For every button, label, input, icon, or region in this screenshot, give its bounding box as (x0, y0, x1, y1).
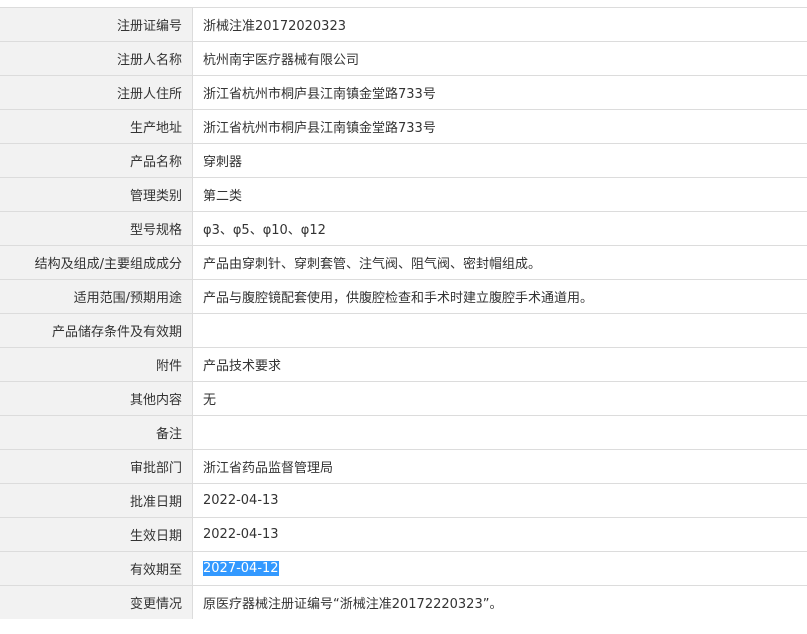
field-label: 变更情况 (0, 585, 193, 619)
field-value: 浙械注准20172020323 (192, 7, 807, 42)
field-value: 浙江省杭州市桐庐县江南镇金堂路733号 (192, 109, 807, 144)
field-label: 审批部门 (0, 449, 193, 484)
field-label: 型号规格 (0, 211, 193, 246)
field-value: 产品技术要求 (192, 347, 807, 382)
field-value (192, 313, 807, 348)
field-label: 管理类别 (0, 177, 193, 212)
table-row: 型号规格 φ3、φ5、φ10、φ12 (0, 211, 807, 246)
field-value: 2022-04-13 (192, 517, 807, 552)
field-value: 原医疗器械注册证编号“浙械注准20172220323”。 (192, 585, 807, 619)
table-row: 变更情况 原医疗器械注册证编号“浙械注准20172220323”。 (0, 585, 807, 619)
field-label: 附件 (0, 347, 193, 382)
field-label: 生产地址 (0, 109, 193, 144)
field-value: 第二类 (192, 177, 807, 212)
table-row: 批准日期 2022-04-13 (0, 483, 807, 518)
field-value: 浙江省杭州市桐庐县江南镇金堂路733号 (192, 75, 807, 110)
table-row: 审批部门 浙江省药品监督管理局 (0, 449, 807, 484)
table-row: 注册证编号 浙械注准20172020323 (0, 7, 807, 42)
table-row: 管理类别 第二类 (0, 177, 807, 212)
field-label: 结构及组成/主要组成成分 (0, 245, 193, 280)
table-row: 注册人住所 浙江省杭州市桐庐县江南镇金堂路733号 (0, 75, 807, 110)
field-label: 备注 (0, 415, 193, 450)
field-value-selected[interactable]: 2027-04-12 (192, 551, 807, 586)
table-row: 附件 产品技术要求 (0, 347, 807, 382)
field-value: 浙江省药品监督管理局 (192, 449, 807, 484)
field-label: 注册证编号 (0, 7, 193, 42)
selected-text[interactable]: 2027-04-12 (203, 561, 279, 576)
table-row: 注册人名称 杭州南宇医疗器械有限公司 (0, 41, 807, 76)
field-value: φ3、φ5、φ10、φ12 (192, 211, 807, 246)
table-row: 备注 (0, 415, 807, 450)
table-row: 适用范围/预期用途 产品与腹腔镜配套使用，供腹腔检查和手术时建立腹腔手术通道用。 (0, 279, 807, 314)
field-value (192, 415, 807, 450)
field-label: 产品储存条件及有效期 (0, 313, 193, 348)
field-value: 2022-04-13 (192, 483, 807, 518)
field-value: 杭州南宇医疗器械有限公司 (192, 41, 807, 76)
field-label: 有效期至 (0, 551, 193, 586)
field-label: 生效日期 (0, 517, 193, 552)
table-row: 结构及组成/主要组成成分 产品由穿刺针、穿刺套管、注气阀、阻气阀、密封帽组成。 (0, 245, 807, 280)
table-row: 有效期至 2027-04-12 (0, 551, 807, 586)
field-value: 穿刺器 (192, 143, 807, 178)
field-label: 适用范围/预期用途 (0, 279, 193, 314)
field-value: 产品与腹腔镜配套使用，供腹腔检查和手术时建立腹腔手术通道用。 (192, 279, 807, 314)
table-row: 其他内容 无 (0, 381, 807, 416)
field-label: 注册人名称 (0, 41, 193, 76)
table-row: 产品名称 穿刺器 (0, 143, 807, 178)
field-label: 其他内容 (0, 381, 193, 416)
field-value: 无 (192, 381, 807, 416)
registration-info-table: 注册证编号 浙械注准20172020323 注册人名称 杭州南宇医疗器械有限公司… (0, 7, 807, 619)
field-label: 产品名称 (0, 143, 193, 178)
field-value: 产品由穿刺针、穿刺套管、注气阀、阻气阀、密封帽组成。 (192, 245, 807, 280)
field-label: 注册人住所 (0, 75, 193, 110)
table-row: 生效日期 2022-04-13 (0, 517, 807, 552)
table-row: 生产地址 浙江省杭州市桐庐县江南镇金堂路733号 (0, 109, 807, 144)
field-label: 批准日期 (0, 483, 193, 518)
table-row: 产品储存条件及有效期 (0, 313, 807, 348)
